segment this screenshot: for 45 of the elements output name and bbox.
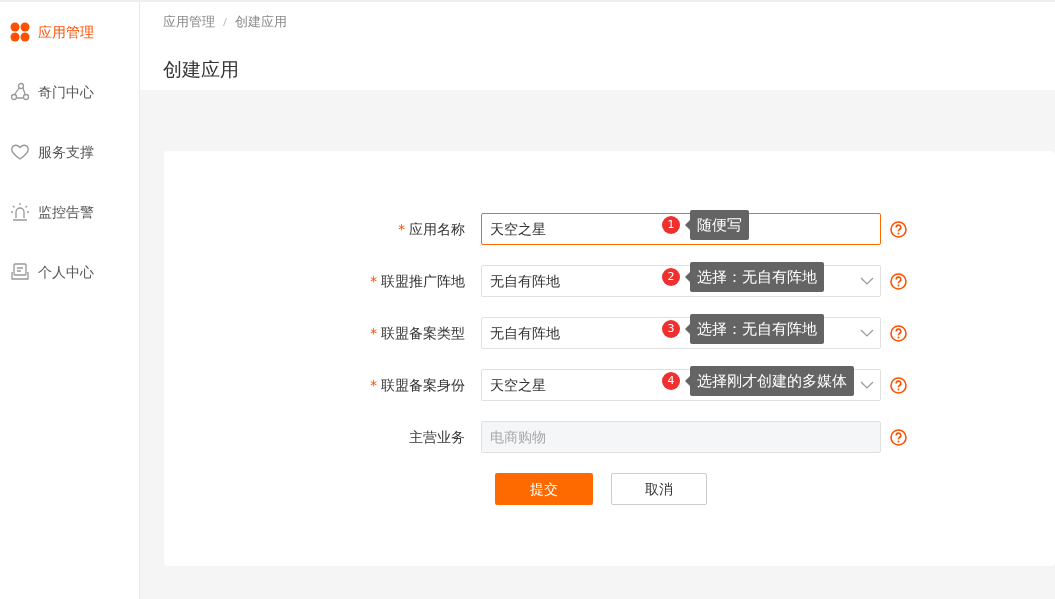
field-label: 主营业务 <box>409 428 465 445</box>
tooltip-pointer-icon <box>685 220 690 230</box>
heart-icon <box>10 142 30 162</box>
page-title: 创建应用 <box>163 56 240 82</box>
step-number-badge: 3 <box>662 320 680 338</box>
annotation-tooltip: 选择：无自有阵地 <box>690 314 824 344</box>
sidebar-item[interactable]: 个人中心 <box>0 262 139 322</box>
required-mark: * <box>370 272 377 289</box>
field-label: 应用名称 <box>409 220 465 237</box>
profile-icon <box>10 262 30 282</box>
select-field[interactable]: 无自有阵地 2 选择：无自有阵地 <box>481 265 881 297</box>
required-mark: * <box>398 220 405 237</box>
sidebar-item[interactable]: 服务支撑 <box>0 142 139 202</box>
input-field: 电商购物 <box>481 421 881 453</box>
field-label: 联盟备案身份 <box>381 376 465 393</box>
tooltip-pointer-icon <box>685 272 690 282</box>
select-field[interactable]: 无自有阵地 3 选择：无自有阵地 <box>481 317 881 349</box>
select-field[interactable]: 天空之星 4 选择刚才创建的多媒体 <box>481 369 881 401</box>
input-field[interactable]: 天空之星 1 随便写 <box>481 213 881 245</box>
annotation-tooltip: 选择刚才创建的多媒体 <box>690 366 854 396</box>
nodes-icon <box>10 82 30 102</box>
tooltip-pointer-icon <box>685 376 690 386</box>
annotation-tooltip: 选择：无自有阵地 <box>690 262 824 292</box>
field-label: 联盟推广阵地 <box>381 272 465 289</box>
help-icon[interactable] <box>890 376 907 394</box>
field-label: 联盟备案类型 <box>381 324 465 341</box>
step-number-badge: 2 <box>662 268 680 286</box>
required-mark: * <box>370 324 377 341</box>
help-icon[interactable] <box>890 272 907 290</box>
apps-icon <box>10 22 30 42</box>
step-number-badge: 1 <box>662 216 680 234</box>
breadcrumb-item[interactable]: 创建应用 <box>235 12 287 32</box>
step-number-badge: 4 <box>662 372 680 390</box>
sidebar-item[interactable]: 监控告警 <box>0 202 139 262</box>
alarm-icon <box>10 202 30 222</box>
separator-icon <box>223 17 227 26</box>
sidebar-item[interactable]: 奇门中心 <box>0 82 139 142</box>
annotation-tooltip: 随便写 <box>690 210 749 240</box>
breadcrumb-item[interactable]: 应用管理 <box>163 12 215 32</box>
help-icon[interactable] <box>890 324 907 342</box>
cancel-button[interactable]: 取消 <box>611 473 707 505</box>
required-mark: * <box>370 376 377 393</box>
help-icon[interactable] <box>890 428 907 446</box>
help-icon[interactable] <box>890 220 907 238</box>
tooltip-pointer-icon <box>685 324 690 334</box>
